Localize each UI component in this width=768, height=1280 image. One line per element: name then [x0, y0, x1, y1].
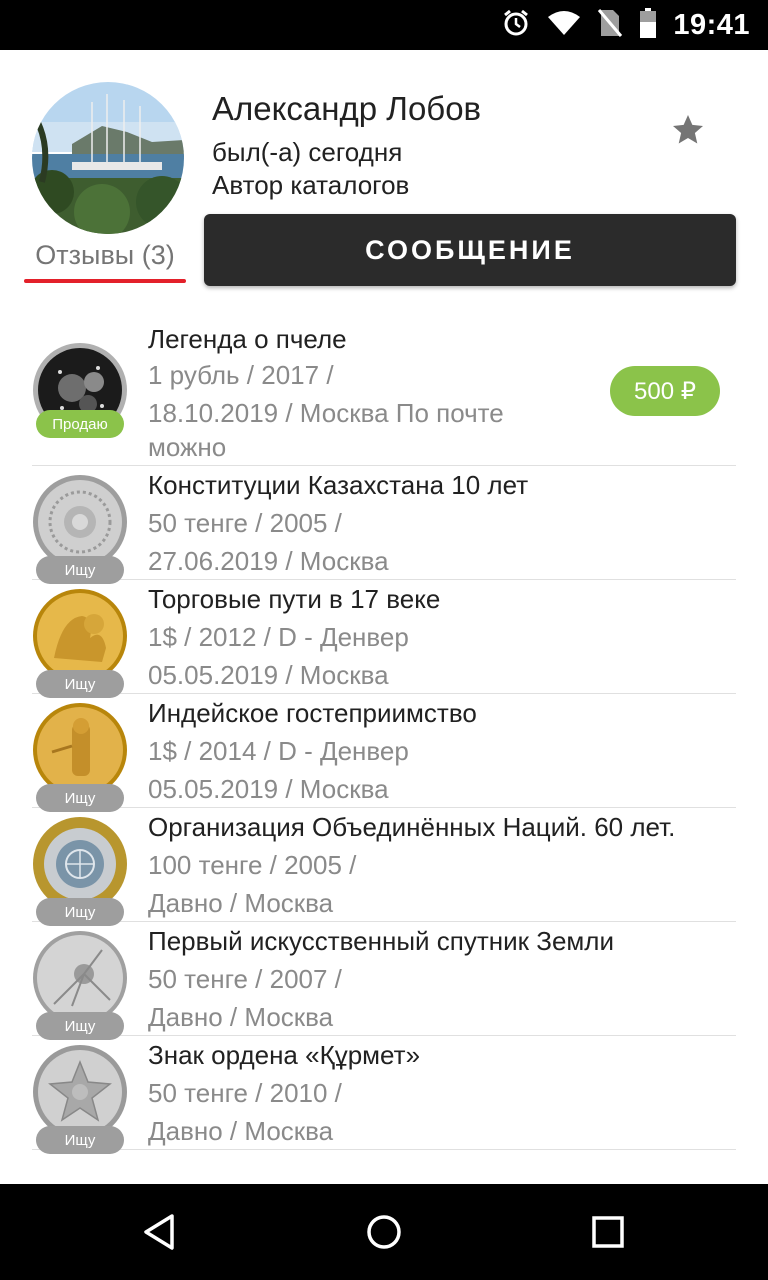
user-name: Александр Лобов — [212, 90, 482, 127]
user-last-seen: был(-а) сегодня — [212, 137, 403, 167]
coin-date-location: 05.05.2019 / Москва — [148, 660, 389, 690]
status-badge: Ищу — [36, 1126, 124, 1154]
wifi-icon — [547, 10, 581, 41]
coin-list: Продаю Легенда о пчеле 1 рубль / 2017 / … — [0, 318, 768, 1154]
coin-title: Легенда о пчеле — [148, 324, 347, 354]
status-time: 19:41 — [673, 8, 750, 41]
user-role: Автор каталогов — [212, 170, 410, 200]
star-icon — [673, 115, 703, 144]
recents-icon — [592, 1216, 624, 1248]
list-item[interactable]: Ищу Знак ордена «Құрмет» 50 тенге / 2010… — [32, 1036, 736, 1154]
coin-date-location: Давно / Москва — [148, 888, 334, 918]
avatar[interactable] — [32, 82, 184, 234]
list-item[interactable]: Ищу Организация Объединённых Наций. 60 л… — [32, 808, 736, 926]
coin-date-location: Давно / Москва — [148, 1002, 334, 1032]
coin-date-location: 18.10.2019 / Москва По почте — [148, 398, 504, 428]
coin-date-location: 05.05.2019 / Москва — [148, 774, 389, 804]
list-item[interactable]: Ищу Первый искусственный спутник Земли 5… — [32, 922, 736, 1040]
battery-icon — [639, 7, 657, 43]
coin-title: Знак ордена «Құрмет» — [148, 1040, 421, 1070]
coin-details: 50 тенге / 2005 / — [148, 508, 342, 538]
favorite-button[interactable] — [666, 108, 710, 152]
status-icons: 19:41 — [501, 0, 750, 50]
no-sim-icon — [597, 8, 623, 43]
list-item[interactable]: Ищу Конституции Казахстана 10 лет 50 тен… — [32, 466, 736, 584]
coin-note: можно — [148, 432, 227, 462]
reviews-link[interactable]: Отзывы (3) — [24, 238, 186, 284]
price-badge: 500 ₽ — [610, 366, 720, 416]
alarm-icon — [501, 8, 531, 43]
home-icon — [367, 1215, 401, 1249]
back-icon — [144, 1214, 174, 1250]
reviews-tab-indicator — [24, 279, 186, 283]
list-item[interactable]: Ищу Торговые пути в 17 веке 1$ / 2012 / … — [32, 580, 736, 698]
recents-button[interactable] — [578, 1202, 638, 1262]
list-item[interactable]: Ищу Индейское гостеприимство 1$ / 2014 /… — [32, 694, 736, 812]
coin-title: Организация Объединённых Наций. 60 лет. — [148, 812, 676, 842]
coin-details: 50 тенге / 2007 / — [148, 964, 342, 994]
back-button[interactable] — [130, 1202, 190, 1262]
coin-date-location: Давно / Москва — [148, 1116, 334, 1146]
status-badge: Продаю — [36, 410, 124, 438]
coin-title: Торговые пути в 17 веке — [148, 584, 441, 614]
coin-details: 1$ / 2014 / D - Денвер — [148, 736, 409, 766]
coin-details: 100 тенге / 2005 / — [148, 850, 357, 880]
coin-title: Первый искусственный спутник Земли — [148, 926, 614, 956]
coin-date-location: 27.06.2019 / Москва — [148, 546, 389, 576]
navigation-bar — [0, 1184, 768, 1280]
status-bar: 19:41 — [0, 0, 768, 50]
coin-details: 50 тенге / 2010 / — [148, 1078, 342, 1108]
message-button[interactable]: СООБЩЕНИЕ — [204, 214, 736, 286]
coin-details: 1$ / 2012 / D - Денвер — [148, 622, 409, 652]
home-button[interactable] — [354, 1202, 414, 1262]
coin-title: Конституции Казахстана 10 лет — [148, 470, 529, 500]
list-item[interactable]: Продаю Легенда о пчеле 1 рубль / 2017 / … — [32, 318, 736, 466]
coin-details: 1 рубль / 2017 / — [148, 360, 334, 390]
coin-title: Индейское гостеприимство — [148, 698, 477, 728]
